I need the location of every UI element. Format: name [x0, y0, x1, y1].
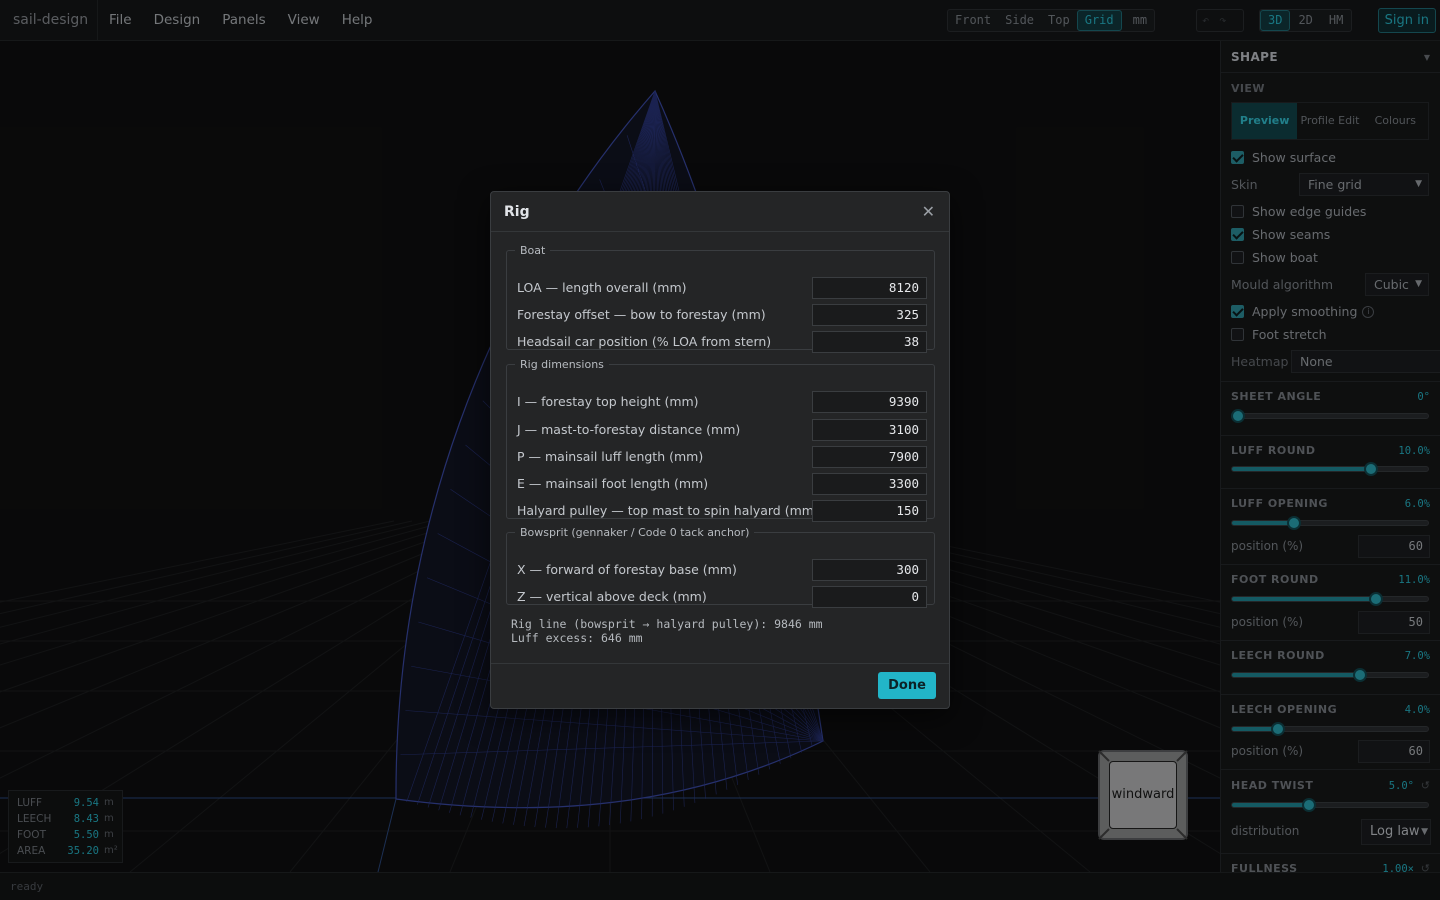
rig-dialog-footer: Done — [491, 663, 949, 708]
loa-label: LOA — length overall (mm) — [517, 280, 687, 295]
boat-fieldset: Boat LOA — length overall (mm) 8120 Fore… — [506, 244, 935, 353]
forestay-offset-input[interactable]: 325 — [812, 304, 927, 326]
headsail-car-row: Headsail car position (% LOA from stern)… — [517, 331, 935, 353]
rig-dialog: Rig ✕ Boat LOA — length overall (mm) 812… — [490, 191, 950, 709]
i-label: I — forestay top height (mm) — [517, 394, 699, 409]
close-icon[interactable]: ✕ — [922, 202, 935, 221]
p-row: P — mainsail luff length (mm) 7900 — [517, 446, 935, 468]
forestay-offset-label: Forestay offset — bow to forestay (mm) — [517, 307, 766, 322]
e-input[interactable]: 3300 — [812, 473, 927, 495]
bowsprit-x-label: X — forward of forestay base (mm) — [517, 562, 737, 577]
forestay-offset-row: Forestay offset — bow to forestay (mm) 3… — [517, 304, 935, 326]
loa-input[interactable]: 8120 — [812, 277, 927, 299]
done-button[interactable]: Done — [878, 672, 936, 699]
p-label: P — mainsail luff length (mm) — [517, 449, 704, 464]
bowsprit-x-row: X — forward of forestay base (mm) 300 — [517, 559, 935, 581]
bowsprit-x-input[interactable]: 300 — [812, 559, 927, 581]
j-row: J — mast-to-forestay distance (mm) 3100 — [517, 419, 935, 441]
bowsprit-legend: Bowsprit (gennaker / Code 0 tack anchor) — [520, 526, 750, 539]
bowsprit-z-row: Z — vertical above deck (mm) 0 — [517, 586, 935, 608]
bowsprit-fieldset: Bowsprit (gennaker / Code 0 tack anchor)… — [506, 526, 935, 608]
halyard-pulley-input[interactable]: 150 — [812, 500, 927, 522]
rig-line-text: Rig line (bowsprit → halyard pulley): 98… — [511, 617, 823, 631]
luff-excess-text: Luff excess: 646 mm — [511, 631, 643, 645]
rig-dimensions-legend: Rig dimensions — [520, 358, 604, 371]
i-row: I — forestay top height (mm) 9390 — [517, 391, 935, 413]
e-row: E — mainsail foot length (mm) 3300 — [517, 473, 935, 495]
e-label: E — mainsail foot length (mm) — [517, 476, 709, 491]
rig-dialog-header: Rig ✕ — [491, 192, 949, 232]
rig-dialog-title: Rig — [504, 204, 530, 220]
j-input[interactable]: 3100 — [812, 419, 927, 441]
boat-legend: Boat — [520, 244, 546, 257]
rig-summary: Rig line (bowsprit → halyard pulley): 98… — [511, 617, 823, 645]
headsail-car-input[interactable]: 38 — [812, 331, 927, 353]
j-label: J — mast-to-forestay distance (mm) — [517, 422, 741, 437]
halyard-pulley-label: Halyard pulley — top mast to spin halyar… — [517, 503, 819, 518]
bowsprit-z-input[interactable]: 0 — [812, 586, 927, 608]
rig-dimensions-fieldset: Rig dimensions I — forestay top height (… — [506, 358, 935, 522]
halyard-pulley-row: Halyard pulley — top mast to spin halyar… — [517, 500, 935, 522]
bowsprit-z-label: Z — vertical above deck (mm) — [517, 589, 707, 604]
p-input[interactable]: 7900 — [812, 446, 927, 468]
loa-row: LOA — length overall (mm) 8120 — [517, 277, 935, 299]
headsail-car-label: Headsail car position (% LOA from stern) — [517, 334, 772, 349]
i-input[interactable]: 9390 — [812, 391, 927, 413]
